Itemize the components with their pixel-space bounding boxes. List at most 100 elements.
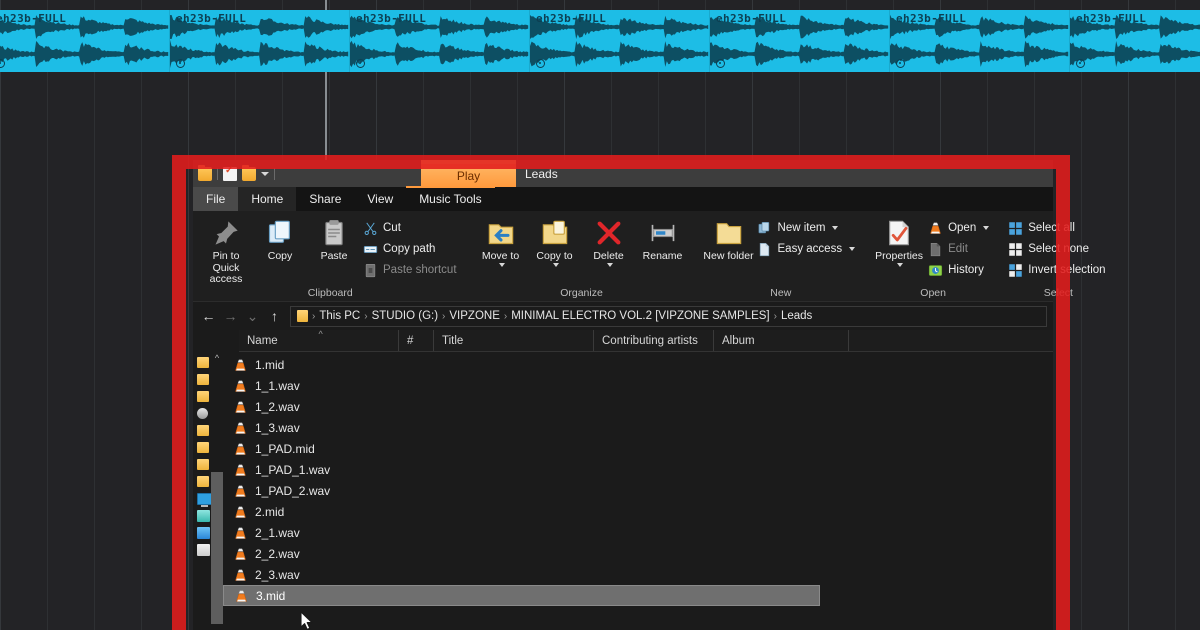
button-move-to[interactable]: Move to — [475, 216, 527, 267]
clip-fade-handle-icon[interactable] — [176, 59, 185, 68]
chevron-down-icon[interactable] — [552, 262, 559, 267]
file-list-row[interactable]: 1_2.wav — [223, 396, 1053, 417]
column-header-contributing-artists[interactable]: Contributing artists — [594, 330, 714, 351]
column-headers[interactable]: ^ Name # Title Contributing artists Album — [239, 329, 1053, 352]
button-paste[interactable]: Paste — [308, 216, 360, 263]
column-header--[interactable]: # — [399, 330, 434, 351]
chevron-down-icon[interactable] — [832, 226, 839, 230]
clip-fade-handle-icon[interactable] — [536, 59, 545, 68]
tab-music-tools[interactable]: Music Tools — [406, 186, 496, 211]
file-list-row[interactable]: 1_PAD.mid — [223, 438, 1053, 459]
audio-clip[interactable]: eh23b-FULL — [710, 10, 890, 72]
ribbon-group-label: Select — [1043, 287, 1073, 299]
audio-clip[interactable]: eh23b-FULL — [530, 10, 710, 72]
breadcrumb[interactable]: › This PC › STUDIO (G:) › VIPZONE › MINIMAL ELE… — [290, 305, 1047, 327]
vlc-icon — [233, 442, 248, 456]
audio-clip[interactable]: eh23b-FULL — [0, 10, 170, 72]
file-list[interactable]: 1.mid 1_1.wav 1_2.wav 1_3.wav 1_PAD.mid 1_PAD… — [223, 352, 1053, 624]
file-list-row[interactable]: 1_PAD_2.wav — [223, 480, 1053, 501]
file-list-row[interactable]: 1.mid — [223, 354, 1053, 375]
back-button[interactable]: ← — [199, 307, 218, 326]
button-copy[interactable]: Copy — [254, 216, 306, 263]
quick-access-toolbar[interactable] — [193, 160, 275, 187]
chevron-down-icon[interactable] — [897, 262, 904, 267]
tab-share[interactable]: Share — [296, 187, 354, 211]
vlc-icon — [236, 590, 247, 602]
forward-button[interactable]: → — [221, 307, 240, 326]
chevron-down-icon[interactable] — [983, 226, 990, 230]
file-explorer-window[interactable]: Play Leads FileHomeShareViewMusic Tools … — [193, 160, 1106, 630]
grid-line — [1081, 0, 1082, 630]
audio-clip[interactable]: eh23b-FULL — [170, 10, 350, 72]
button-easy-access[interactable]: Easy access — [757, 240, 860, 258]
folder-icon[interactable] — [242, 164, 256, 181]
file-list-row[interactable]: 2_3.wav — [223, 564, 1053, 585]
ribbon[interactable]: Pin to Quick access Copy Paste Cut Copy path… — [193, 211, 1106, 302]
clip-fade-handle-icon[interactable] — [716, 59, 725, 68]
audio-clip[interactable]: eh23b-FULL — [890, 10, 1070, 72]
copy-to-icon — [542, 220, 567, 245]
nav-scrollbar[interactable]: ^ — [211, 352, 223, 624]
button-copy-to[interactable]: Copy to — [529, 216, 581, 267]
chevron-down-icon[interactable] — [849, 247, 856, 251]
navigation-pane[interactable]: ^ — [193, 352, 223, 624]
file-list-row[interactable]: 2_2.wav — [223, 543, 1053, 564]
recent-locations-button[interactable]: ⌄ — [243, 307, 262, 326]
button-properties[interactable]: Properties — [873, 216, 925, 267]
breadcrumb-item[interactable]: MINIMAL ELECTRO VOL.2 [VIPZONE SAMPLES] — [511, 310, 769, 322]
audio-clip[interactable]: eh23b-FULL — [350, 10, 530, 72]
tab-home[interactable]: Home — [238, 187, 297, 211]
file-list-row[interactable]: 1_1.wav — [223, 375, 1053, 396]
up-button[interactable]: ↑ — [265, 307, 284, 326]
folder-icon — [197, 357, 209, 368]
tab-view[interactable]: View — [354, 187, 406, 211]
button-select-none[interactable]: Select none — [1007, 240, 1109, 258]
file-name: 2_2.wav — [255, 546, 300, 561]
button-history[interactable]: History — [927, 261, 993, 279]
file-list-row[interactable]: 2_1.wav — [223, 522, 1053, 543]
vlc-icon — [235, 464, 246, 476]
button-invert-selection[interactable]: Invert selection — [1007, 261, 1109, 279]
ribbon-group-label: Clipboard — [307, 287, 353, 299]
properties-icon[interactable] — [223, 165, 237, 181]
clip-fade-handle-icon[interactable] — [356, 59, 365, 68]
button-delete[interactable]: Delete — [583, 216, 635, 267]
breadcrumb-item[interactable]: This PC — [319, 310, 360, 322]
tab-play[interactable]: Play — [421, 160, 516, 187]
scroll-up-icon[interactable]: ^ — [211, 352, 223, 364]
column-header-album[interactable]: Album — [714, 330, 849, 351]
button-new-folder[interactable]: New folder — [703, 216, 755, 263]
column-header-title[interactable]: Title — [434, 330, 594, 351]
button-pin-to-quick-access[interactable]: Pin to Quick access — [200, 216, 252, 286]
nav-scrollbar-thumb[interactable] — [211, 472, 223, 624]
chevron-down-icon[interactable] — [498, 262, 505, 267]
breadcrumb-item[interactable]: STUDIO (G:) — [372, 310, 438, 322]
vlc-icon — [233, 358, 248, 372]
button-copy-path[interactable]: Copy path — [362, 240, 461, 258]
file-list-row[interactable]: 2.mid — [223, 501, 1053, 522]
folder-icon — [197, 476, 209, 487]
button-rename[interactable]: Rename — [637, 216, 689, 263]
file-list-row[interactable]: 3.mid — [223, 585, 820, 606]
vlc-icon — [233, 568, 248, 582]
chevron-down-icon[interactable] — [261, 171, 269, 176]
button-open[interactable]: Open — [927, 219, 993, 237]
breadcrumb-item[interactable]: Leads — [781, 310, 812, 322]
folder-icon[interactable] — [198, 164, 212, 181]
column-header-name[interactable]: ^ Name — [239, 329, 399, 351]
file-list-row[interactable]: 1_PAD_1.wav — [223, 459, 1053, 480]
folder-icon — [197, 391, 209, 402]
address-bar[interactable]: ← → ⌄ ↑ › This PC › STUDIO (G:) › VIPZONE › MIN… — [193, 302, 1053, 330]
ribbon-tab-strip[interactable]: File Home Share View Music Tools — [193, 186, 1053, 211]
audio-clip[interactable]: eh23b-FULL — [1070, 10, 1200, 72]
button-select-all[interactable]: Select all — [1007, 219, 1109, 237]
audio-track[interactable]: eh23b-FULL eh23b-FULL eh23b-FULL eh23b-FULL… — [0, 10, 1200, 72]
clip-fade-handle-icon[interactable] — [896, 59, 905, 68]
chevron-down-icon[interactable] — [606, 262, 613, 267]
tab-file[interactable]: File — [193, 187, 239, 211]
clip-fade-handle-icon[interactable] — [1076, 59, 1085, 68]
breadcrumb-item[interactable]: VIPZONE — [449, 310, 499, 322]
button-new-item[interactable]: New item — [757, 219, 860, 237]
file-list-row[interactable]: 1_3.wav — [223, 417, 1053, 438]
button-cut[interactable]: Cut — [362, 219, 461, 237]
